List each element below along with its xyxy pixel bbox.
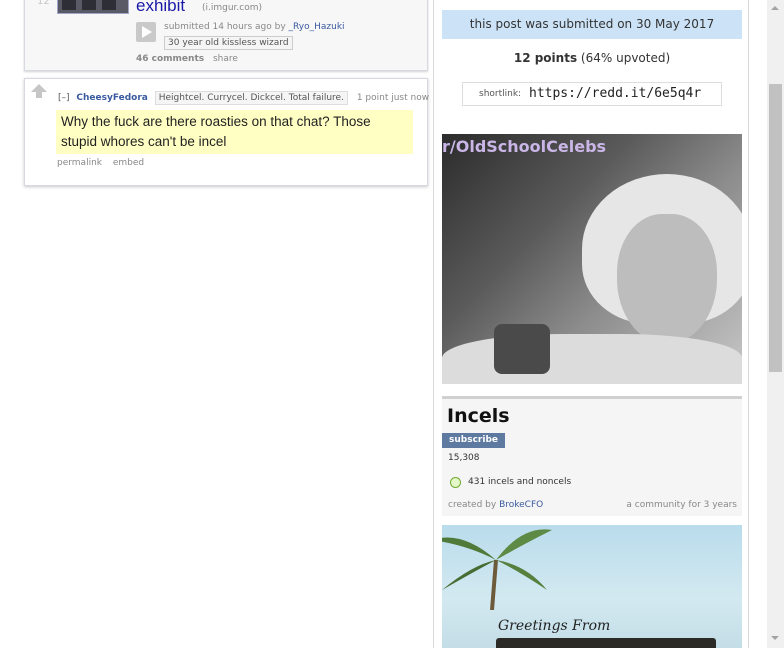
upvote-ratio: (64% upvoted) [580, 51, 671, 65]
expando-play-icon[interactable] [136, 22, 156, 42]
post-points: 12 points (64% upvoted) [442, 51, 742, 65]
post-rank: 12 [37, 0, 50, 7]
online-indicator-icon [450, 477, 461, 488]
scroll-up-arrow-icon[interactable] [771, 6, 779, 10]
post-author-link[interactable]: _Ryo_Hazuki [289, 22, 345, 32]
submitted-date-notice: this post was submitted on 30 May 2017 [442, 10, 742, 39]
subreddit-title[interactable]: Incels [447, 405, 510, 427]
permalink-link[interactable]: permalink [57, 158, 102, 168]
post-buttons: 46 comments share [136, 54, 238, 64]
community-age: a community for 3 years [626, 500, 737, 510]
upvote-arrow-stem[interactable] [36, 92, 42, 98]
collapse-toggle[interactable]: [–] [58, 93, 70, 103]
subreddit-banner-image[interactable]: r/OldSchoolCelebs [442, 134, 742, 384]
shortlink-label: shortlink: [479, 89, 522, 99]
online-users-text: 431 incels and noncels [468, 477, 572, 487]
comment-card: [–] CheesyFedora Heightcel. Currycel. Di… [24, 78, 430, 186]
scrollbar-thumb[interactable] [769, 84, 782, 372]
post-title-link[interactable]: exhibit [136, 0, 185, 16]
submitted-text: submitted 14 hours ago by [164, 22, 286, 32]
shortlink-box: shortlink: https://redd.it/6e5q4r [462, 82, 722, 106]
shortlink-input[interactable]: https://redd.it/6e5q4r [529, 86, 701, 101]
creator-link[interactable]: BrokeCFO [499, 500, 543, 510]
sidebar-ad-image[interactable]: Greetings From [442, 525, 742, 648]
scroll-down-arrow-icon[interactable] [771, 636, 779, 640]
embed-link[interactable]: embed [113, 158, 144, 168]
ad-title-lettering [496, 638, 716, 648]
sidebar-right-divider [748, 0, 749, 648]
comment-buttons: permalink embed [57, 158, 144, 168]
upvote-arrow-icon[interactable] [31, 84, 47, 92]
comments-link[interactable]: 46 comments [136, 54, 204, 64]
comment-header: [–] CheesyFedora Heightcel. Currycel. Di… [58, 91, 430, 105]
comment-score-time: 1 point just now [356, 93, 430, 103]
share-link[interactable]: share [213, 54, 238, 64]
palm-leaves-illustration [442, 529, 552, 610]
ad-greeting-text: Greetings From [498, 618, 611, 634]
post-thumbnail[interactable] [57, 0, 129, 14]
created-by: created by BrokeCFO [448, 500, 544, 510]
post-tagline: submitted 14 hours ago by _Ryo_Hazuki [164, 22, 345, 32]
sidebar-left-divider [433, 0, 434, 648]
comment-body: Why the fuck are there roasties on that … [56, 110, 413, 154]
post-card: 12 exhibit (i.imgur.com) submitted 14 ho… [24, 0, 428, 71]
post-author-flair: 30 year old kissless wizard [164, 36, 293, 50]
points-value: 12 points [513, 51, 578, 65]
banner-subreddit-label: r/OldSchoolCelebs [442, 137, 607, 156]
post-domain[interactable]: (i.imgur.com) [202, 3, 262, 13]
subreddit-info-box: Incels subscribe 15,308 431 incels and n… [442, 396, 742, 516]
comment-author-flair: Heightcel. Currycel. Dickcel. Total fail… [154, 91, 348, 105]
cup-shape [494, 324, 550, 374]
subscribe-button[interactable]: subscribe [442, 433, 505, 448]
vertical-scrollbar[interactable] [767, 0, 784, 648]
comment-author-link[interactable]: CheesyFedora [76, 93, 147, 103]
subscriber-count: 15,308 [448, 453, 480, 463]
